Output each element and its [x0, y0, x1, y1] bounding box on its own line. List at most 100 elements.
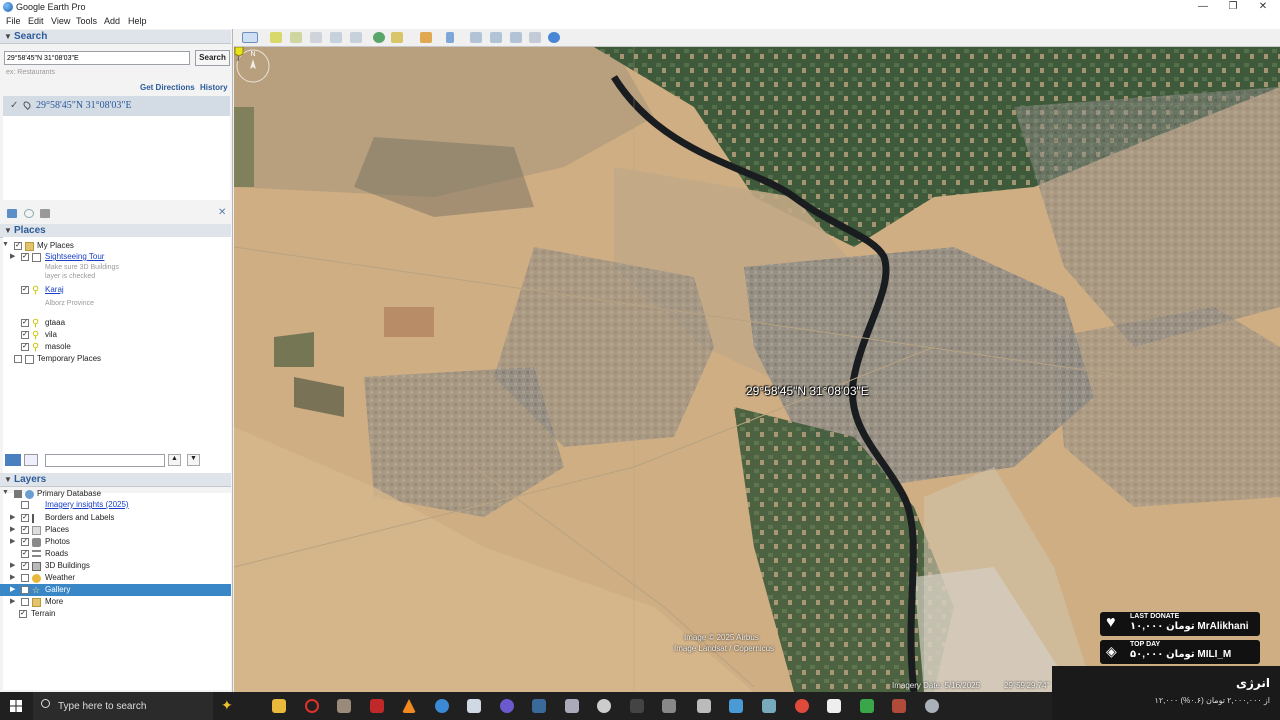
expand-icon[interactable]: ▼ — [2, 241, 9, 248]
checkbox[interactable]: ✓ — [21, 343, 29, 351]
layer-3d-buildings[interactable]: ▶ ✓ 3D Buildings — [10, 561, 210, 572]
checkbox[interactable]: ✓ — [21, 319, 29, 327]
pen-icon[interactable] — [662, 699, 676, 713]
expand-icon[interactable]: ▶ — [10, 561, 15, 569]
expand-icon[interactable]: ▶ — [10, 573, 15, 581]
app-dark-icon[interactable] — [630, 699, 644, 713]
tree-item-masole[interactable]: ✓ ⚲ masole — [10, 342, 210, 353]
checkbox[interactable]: ✓ — [21, 514, 29, 522]
search-result-item[interactable]: ✓ 29°58'45"N 31°08'03"E — [3, 96, 230, 116]
layer-borders-labels[interactable]: ▶ ✓ Borders and Labels — [10, 513, 210, 524]
places-filter-input[interactable] — [45, 454, 165, 467]
layer-more[interactable]: ▶ More — [10, 597, 210, 608]
email-icon[interactable] — [470, 32, 482, 43]
earth-gallery-icon[interactable] — [548, 32, 560, 43]
calculator-icon[interactable] — [697, 699, 711, 713]
steam-icon[interactable] — [532, 699, 546, 713]
layer-roads[interactable]: ✓ Roads — [10, 549, 210, 560]
image-overlay-icon[interactable] — [330, 32, 342, 43]
placemark-tool-icon[interactable] — [270, 32, 282, 43]
search-places-icon[interactable] — [5, 454, 21, 466]
expand-icon[interactable]: ▶ — [10, 252, 15, 260]
close-button[interactable]: ✕ — [1246, 0, 1280, 15]
expand-icon[interactable]: ▼ — [2, 489, 9, 496]
move-down-icon[interactable]: ▼ — [187, 454, 200, 466]
app-grey-icon[interactable] — [565, 699, 579, 713]
places-section-header[interactable]: ▼ Places — [0, 224, 231, 238]
checkbox[interactable]: ✓ — [21, 331, 29, 339]
historical-imagery-icon[interactable] — [373, 32, 385, 43]
windows-start-icon[interactable] — [10, 700, 22, 712]
app-blue-icon[interactable] — [435, 699, 449, 713]
checkbox[interactable] — [21, 598, 29, 606]
planets-icon[interactable] — [420, 32, 432, 43]
layer-primary-database[interactable]: ▼ Primary Database — [2, 489, 202, 500]
tree-item-vila[interactable]: ✓ ⚲ vila — [10, 330, 210, 341]
checkbox[interactable] — [14, 490, 22, 498]
save-image-icon[interactable] — [510, 32, 522, 43]
menu-tools[interactable]: Tools — [76, 16, 97, 26]
minimize-button[interactable]: — — [1186, 0, 1220, 15]
print-icon[interactable] — [490, 32, 502, 43]
taskbar-search[interactable]: Type here to search ✦ — [33, 692, 233, 720]
checkbox[interactable]: ✓ — [21, 538, 29, 546]
tree-item-my-places[interactable]: ▼ ✓ My Places — [2, 241, 202, 252]
checkbox[interactable]: ✓ — [19, 610, 27, 618]
checkbox[interactable] — [21, 586, 29, 594]
restore-button[interactable]: ❐ — [1216, 0, 1250, 15]
layers-section-header[interactable]: ▼ Layers — [0, 473, 231, 487]
search-button[interactable]: Search — [195, 50, 230, 66]
app-brown-icon[interactable] — [892, 699, 906, 713]
view-in-maps-icon[interactable] — [529, 32, 541, 43]
move-up-icon[interactable]: ▲ — [168, 454, 181, 466]
file-explorer-icon[interactable] — [272, 699, 286, 713]
app-purple-icon[interactable] — [500, 699, 514, 713]
expand-icon[interactable]: ▶ — [10, 525, 15, 533]
sidebar-toggle-icon[interactable] — [242, 32, 258, 43]
polygon-tool-icon[interactable] — [290, 32, 302, 43]
layer-places[interactable]: ▶ ✓ Places — [10, 525, 210, 536]
google-earth-taskbar-icon[interactable] — [925, 699, 939, 713]
layer-weather[interactable]: ▶ Weather — [10, 573, 210, 584]
search-input[interactable] — [4, 51, 190, 65]
layer-gallery[interactable]: ▶ ☆ Gallery — [10, 585, 210, 596]
chrome-icon[interactable] — [795, 699, 809, 713]
map-view[interactable]: N 29°58'45"N 31°08'03"E Image © 2025 Air… — [234, 47, 1280, 692]
opera-icon[interactable] — [305, 699, 319, 713]
expand-icon[interactable]: ▶ — [10, 537, 15, 545]
checkbox[interactable]: ✓ — [21, 526, 29, 534]
menu-file[interactable]: File — [6, 16, 21, 26]
tree-item-karaj[interactable]: ✓ ⚲ Karaj — [10, 285, 210, 296]
print-icon[interactable] — [40, 209, 50, 218]
sunlight-icon[interactable] — [391, 32, 403, 43]
app-red-icon[interactable] — [370, 699, 384, 713]
get-directions-link[interactable]: Get Directions — [140, 83, 195, 92]
app-window-icon[interactable] — [467, 699, 481, 713]
menu-help[interactable]: Help — [128, 16, 147, 26]
checkbox[interactable] — [21, 574, 29, 582]
checkbox[interactable]: ✓ — [21, 562, 29, 570]
panel-toggle-icon[interactable] — [24, 454, 38, 466]
layer-imagery-insights[interactable]: Imagery insights (2025) — [10, 500, 210, 511]
checkbox[interactable]: ✓ — [21, 253, 29, 261]
yellow-pushpin-icon[interactable] — [234, 47, 244, 61]
app-lightblue-icon[interactable] — [729, 699, 743, 713]
sparkle-icon[interactable]: ✦ — [221, 697, 233, 714]
checkbox[interactable] — [21, 501, 29, 509]
checkbox[interactable] — [14, 355, 22, 363]
tree-item-gtaaa[interactable]: ✓ ⚲ gtaaa — [10, 318, 210, 329]
path-tool-icon[interactable] — [310, 32, 322, 43]
record-tour-icon[interactable] — [350, 32, 362, 43]
checkbox[interactable]: ✓ — [21, 286, 29, 294]
tree-item-temporary-places[interactable]: Temporary Places — [2, 354, 202, 365]
folder-icon[interactable] — [7, 209, 17, 218]
checkbox[interactable]: ✓ — [14, 242, 22, 250]
app-h-icon[interactable] — [827, 699, 841, 713]
menu-view[interactable]: View — [51, 16, 70, 26]
expand-icon[interactable]: ▶ — [10, 597, 15, 605]
search-section-header[interactable]: ▼ Search — [0, 30, 231, 44]
menu-add[interactable]: Add — [104, 16, 120, 26]
menu-edit[interactable]: Edit — [28, 16, 44, 26]
layer-terrain[interactable]: ✓ Terrain — [10, 609, 210, 620]
app-teal-icon[interactable] — [762, 699, 776, 713]
